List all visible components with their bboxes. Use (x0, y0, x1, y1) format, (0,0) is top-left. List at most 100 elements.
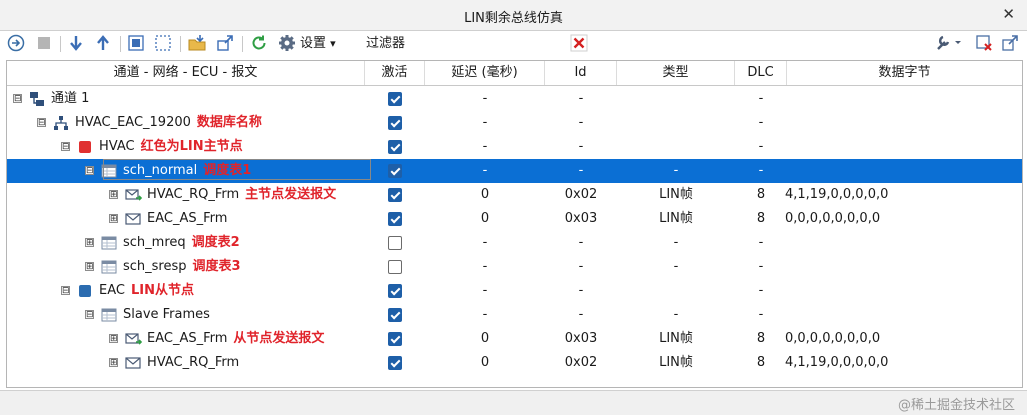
dlc-cell: 8 (756, 211, 766, 226)
expand-toggle-icon[interactable]: ⊟ (61, 142, 70, 152)
expand-toggle-icon[interactable]: ⊟ (61, 286, 70, 296)
frame-icon (125, 211, 141, 227)
move-up-icon[interactable] (93, 34, 113, 54)
tree-row-label: HVAC_EAC_19200 数据库名称 (75, 111, 262, 135)
type-cell: - (673, 259, 679, 274)
toolbar-separator (180, 36, 181, 52)
tree-row[interactable]: ⊟ EAC LIN从节点 - - - (7, 279, 1022, 303)
id-cell: 0x03 (564, 211, 598, 226)
annotation-text: 主节点发送报文 (245, 187, 337, 202)
delay-cell: 0 (480, 187, 490, 202)
schedule-table-icon (101, 259, 117, 275)
dlc-cell: - (758, 139, 764, 154)
dlc-cell: - (758, 283, 764, 298)
tree-row[interactable]: ⊞ sch_sresp 调度表3 - - - - (7, 255, 1022, 279)
type-cell: LIN帧 (659, 331, 693, 346)
expand-toggle-icon[interactable]: ⊞ (85, 262, 94, 272)
annotation-text: 红色为LIN主节点 (140, 139, 243, 154)
clear-filter-icon[interactable] (569, 34, 589, 54)
import-icon[interactable] (186, 34, 208, 54)
refresh-icon[interactable] (249, 34, 269, 54)
tree-row-label: EAC_AS_Frm (147, 207, 233, 231)
type-cell: - (673, 235, 679, 250)
tree-row[interactable]: ⊞ HVAC_RQ_Frm 主节点发送报文 0 0x02 LIN帧 8 4,1,19,0,0,… (7, 183, 1022, 207)
delay-cell: - (482, 91, 488, 106)
active-checkbox[interactable] (388, 308, 402, 322)
active-checkbox[interactable] (388, 116, 402, 130)
frame-icon (125, 355, 141, 371)
tree-row-label: Slave Frames (123, 303, 216, 327)
active-checkbox[interactable] (388, 284, 402, 298)
tree-row[interactable]: ⊞ HVAC_RQ_Frm 0 0x02 LIN帧 8 4,1,19,0,0,0,0,0 (7, 351, 1022, 375)
tree-row[interactable]: ⊞ sch_mreq 调度表2 - - - - (7, 231, 1022, 255)
delay-cell: 0 (480, 211, 490, 226)
active-checkbox[interactable] (388, 140, 402, 154)
expand-toggle-icon[interactable]: ⊞ (85, 238, 94, 248)
active-checkbox[interactable] (388, 92, 402, 106)
column-header-data-bytes[interactable]: 数据字节 (787, 61, 1022, 85)
tree-row[interactable]: ⊟ Slave Frames - - - - (7, 303, 1022, 327)
annotation-text: 从节点发送报文 (233, 331, 325, 346)
column-header-active[interactable]: 激活 (365, 61, 425, 85)
active-checkbox[interactable] (388, 164, 402, 178)
active-checkbox[interactable] (388, 212, 402, 226)
type-cell: - (673, 163, 679, 178)
type-cell: LIN帧 (659, 187, 693, 202)
move-down-icon[interactable] (66, 34, 86, 54)
annotation-text: 数据库名称 (196, 115, 262, 130)
expand-toggle-icon[interactable]: ⊟ (13, 94, 22, 104)
column-header-id[interactable]: Id (545, 61, 617, 85)
grid-header: 通道 - 网络 - ECU - 报文 激活 延迟 (毫秒) Id 类型 DLC … (7, 61, 1022, 86)
settings-label: 设置 (300, 36, 327, 51)
id-cell: 0x02 (564, 187, 598, 202)
active-checkbox[interactable] (388, 356, 402, 370)
tools-icon[interactable] (934, 34, 964, 54)
detach-icon[interactable] (1000, 34, 1020, 54)
tree-row[interactable]: ⊟ HVAC_EAC_19200 数据库名称 - - - (7, 111, 1022, 135)
close-window-icon[interactable] (974, 34, 994, 54)
tree-row[interactable]: ⊟ 通道 1 - - - (7, 87, 1022, 111)
id-cell: 0x03 (564, 331, 598, 346)
dlc-cell: - (758, 115, 764, 130)
select-all-icon[interactable] (126, 34, 146, 54)
tree-row-label: EAC LIN从节点 (99, 279, 194, 303)
dlc-cell: - (758, 307, 764, 322)
tree-row[interactable]: ⊞ EAC_AS_Frm 从节点发送报文 0 0x03 LIN帧 8 0,0,0,0,0,0,… (7, 327, 1022, 351)
slave-node-icon (77, 283, 93, 299)
go-icon[interactable] (6, 34, 26, 54)
column-header-dlc[interactable]: DLC (735, 61, 787, 85)
settings-icon[interactable] (277, 34, 297, 54)
expand-toggle-icon[interactable]: ⊞ (109, 358, 118, 368)
expand-toggle-icon[interactable]: ⊞ (109, 214, 118, 224)
expand-toggle-icon[interactable]: ⊟ (85, 310, 94, 320)
schedule-table-icon (101, 235, 117, 251)
column-header-delay[interactable]: 延迟 (毫秒) (425, 61, 545, 85)
settings-menu-button[interactable]: 设置 ▾ (300, 34, 336, 54)
expand-toggle-icon[interactable]: ⊟ (85, 166, 94, 176)
type-cell: - (673, 307, 679, 322)
active-checkbox[interactable] (388, 236, 402, 250)
expand-toggle-icon[interactable]: ⊞ (109, 334, 118, 344)
column-header-type[interactable]: 类型 (617, 61, 735, 85)
deselect-icon[interactable] (153, 34, 173, 54)
node-name: 通道 1 (51, 91, 90, 106)
delay-cell: - (482, 283, 488, 298)
tree-row[interactable]: ⊟ HVAC 红色为LIN主节点 - - - (7, 135, 1022, 159)
expand-toggle-icon[interactable]: ⊞ (109, 190, 118, 200)
column-header-name[interactable]: 通道 - 网络 - ECU - 报文 (7, 61, 365, 85)
active-checkbox[interactable] (388, 188, 402, 202)
dlc-cell: 8 (756, 355, 766, 370)
active-checkbox[interactable] (388, 332, 402, 346)
network-icon (53, 115, 69, 131)
close-icon[interactable]: ✕ (1002, 5, 1015, 23)
stop-icon[interactable] (34, 34, 54, 54)
node-name: EAC_AS_Frm (147, 211, 228, 226)
export-icon[interactable] (215, 34, 235, 54)
type-cell (617, 279, 735, 303)
dlc-cell: - (758, 259, 764, 274)
window-title: LIN剩余总线仿真 (464, 11, 563, 26)
tree-row[interactable]: ⊞ EAC_AS_Frm 0 0x03 LIN帧 8 0,0,0,0,0,0,0,0 (7, 207, 1022, 231)
active-checkbox[interactable] (388, 260, 402, 274)
expand-toggle-icon[interactable]: ⊟ (37, 118, 46, 128)
dlc-cell: - (758, 235, 764, 250)
